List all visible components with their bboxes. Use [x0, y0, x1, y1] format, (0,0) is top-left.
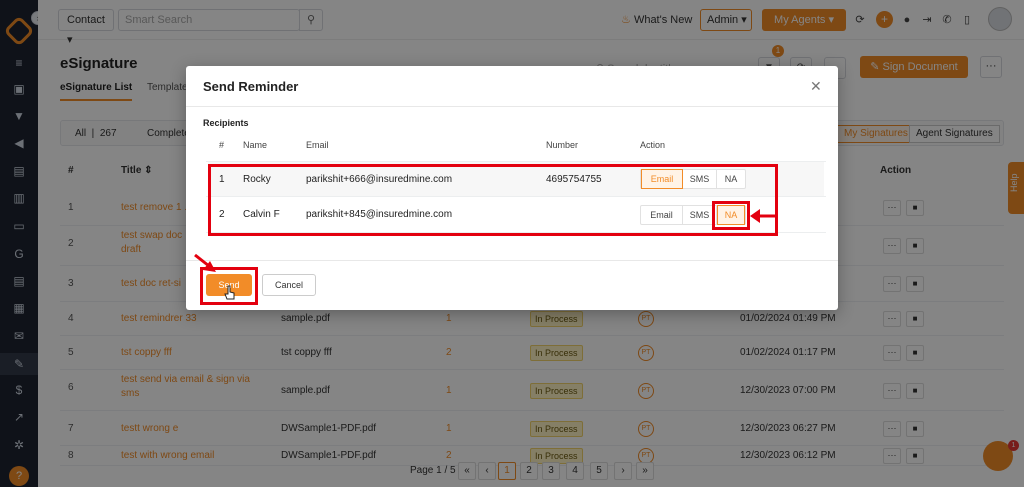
col-action: Action [640, 140, 666, 150]
divider [186, 106, 838, 107]
annotation-recipients-box [208, 164, 778, 236]
modal-title: Send Reminder [203, 79, 299, 94]
cancel-button[interactable]: Cancel [262, 274, 316, 296]
col-num: # [219, 140, 225, 150]
col-name: Name [243, 140, 268, 150]
divider [186, 260, 838, 261]
annotation-arrow-down-icon [194, 253, 216, 272]
close-icon[interactable]: ✕ [810, 78, 822, 95]
cursor-hand-icon [224, 285, 235, 300]
recipients-label: Recipients [203, 118, 249, 128]
col-number: Number [546, 140, 579, 150]
col-email: Email [306, 140, 329, 150]
annotation-arrow-left-icon [750, 209, 776, 223]
annotation-na-box [712, 201, 750, 230]
